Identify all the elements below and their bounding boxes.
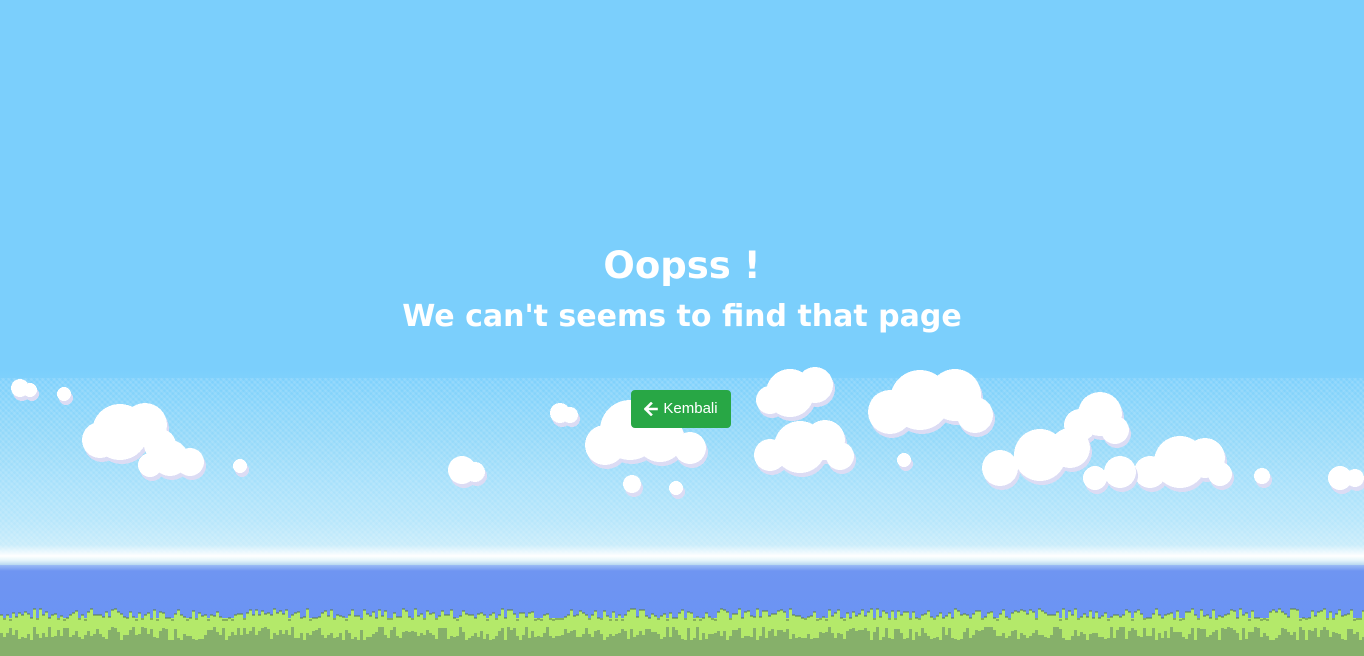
cloud: [897, 453, 913, 471]
cloud: [756, 367, 835, 421]
cloud: [982, 428, 1092, 490]
cloud: [623, 475, 643, 497]
cloud: [754, 420, 856, 477]
cloud: [669, 481, 685, 499]
cloud: [868, 369, 995, 438]
cloud: [1083, 456, 1138, 494]
error-heading: Oopss !: [603, 244, 761, 287]
cloud: [550, 403, 580, 427]
arrow-left-icon: [644, 402, 659, 416]
back-button-label: Kembali: [663, 400, 718, 417]
cloud: [233, 459, 249, 477]
cloud-group: [11, 367, 1364, 499]
pixel-grass: [0, 608, 1364, 656]
cloud: [448, 456, 487, 488]
error-message: We can't seems to find that page: [402, 299, 962, 334]
cloud: [1328, 466, 1364, 494]
back-button[interactable]: Kembali: [631, 390, 731, 428]
cloud: [57, 387, 73, 405]
cloud: [11, 379, 39, 401]
cloud: [1134, 436, 1234, 492]
cloud: [1254, 468, 1272, 488]
